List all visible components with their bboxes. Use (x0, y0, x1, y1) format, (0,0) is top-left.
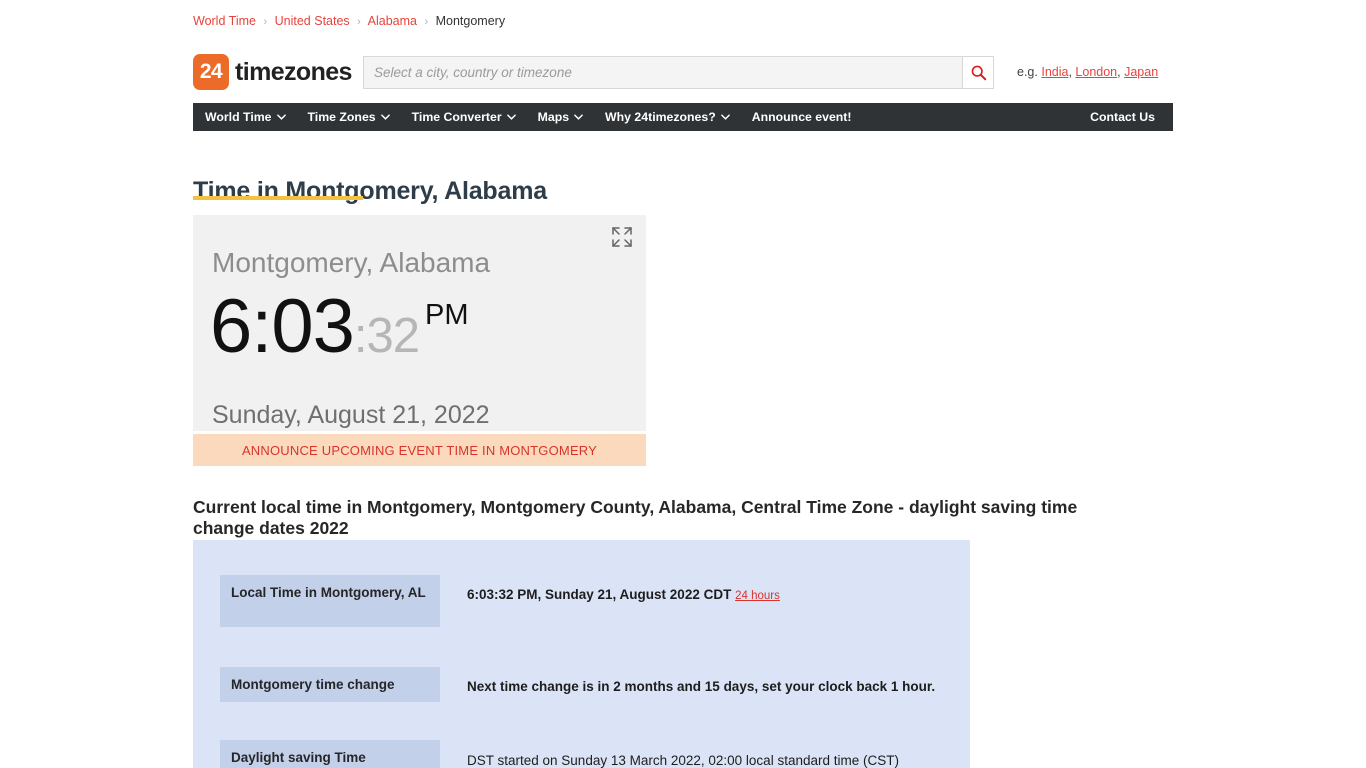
breadcrumb-item-alabama[interactable]: Alabama (368, 14, 417, 28)
timezone-info-panel: Local Time in Montgomery, AL 6:03:32 PM,… (193, 540, 970, 768)
nav-item-contact-us[interactable]: Contact Us (1079, 103, 1173, 131)
nav-item-time-converter[interactable]: Time Converter (401, 103, 527, 131)
logo-badge[interactable]: 24 (193, 54, 229, 90)
nav-item-why-24timezones[interactable]: Why 24timezones? (594, 103, 741, 131)
page-title: Time in Montgomery, Alabama (193, 176, 547, 205)
24-hours-link[interactable]: 24 hours (735, 590, 780, 602)
chevron-down-icon (506, 114, 516, 120)
nav-label: World Time (205, 110, 272, 124)
chevron-down-icon (720, 114, 730, 120)
nav-label: Why 24timezones? (605, 110, 716, 124)
nav-label: Contact Us (1090, 110, 1155, 124)
nav-label: Maps (537, 110, 570, 124)
breadcrumb-item-united-states[interactable]: United States (275, 14, 350, 28)
main-navigation: World Time Time Zones Time Converter Map… (193, 103, 1173, 131)
clock-hours-minutes: 6:03 (210, 284, 355, 369)
info-value-local-time: 6:03:32 PM, Sunday 21, August 2022 CDT 2… (467, 586, 780, 605)
section-heading: Current local time in Montgomery, Montgo… (193, 496, 1078, 538)
breadcrumb-item-montgomery: Montgomery (435, 14, 506, 28)
clock-time: 6:03:32 PM (210, 289, 469, 365)
example-link-india[interactable]: India (1041, 65, 1068, 79)
nav-label: Announce event! (751, 110, 852, 124)
chevron-down-icon (574, 114, 583, 120)
page-root: World Time › United States › Alabama › M… (0, 0, 1366, 768)
info-label-daylight-saving: Daylight saving Time (220, 740, 440, 768)
search-input[interactable] (363, 56, 962, 89)
nav-item-world-time[interactable]: World Time (193, 103, 297, 131)
search-bar (363, 56, 994, 89)
fullscreen-arrows-icon (612, 227, 632, 247)
example-link-japan[interactable]: Japan (1124, 65, 1158, 79)
breadcrumb: World Time › United States › Alabama › M… (193, 14, 505, 28)
clock-meridiem: PM (425, 299, 469, 331)
nav-label: Time Zones (307, 110, 376, 124)
logo-wordmark[interactable]: timezones (235, 58, 352, 87)
breadcrumb-separator-icon: › (263, 16, 268, 28)
clock-date: Sunday, August 21, 2022 (212, 401, 490, 429)
clock-widget: Montgomery, Alabama 6:03:32 PM Sunday, Au… (193, 215, 646, 431)
site-header: 24 timezones e.g. India, London, Japan (193, 54, 1173, 92)
info-value-time-change: Next time change is in 2 months and 15 d… (467, 679, 936, 694)
breadcrumb-separator-icon: › (357, 16, 361, 28)
announce-event-link[interactable]: ANNOUNCE UPCOMING EVENT TIME IN MONTGOME… (242, 443, 597, 458)
local-time-text: 6:03:32 PM, Sunday 21, August 2022 CDT (467, 587, 732, 602)
announce-event-banner[interactable]: ANNOUNCE UPCOMING EVENT TIME IN MONTGOME… (193, 434, 646, 466)
clock-seconds: :32 (353, 309, 420, 363)
examples-prefix: e.g. (1017, 65, 1038, 79)
info-label-local-time: Local Time in Montgomery, AL (220, 575, 440, 627)
example-link-london[interactable]: London (1075, 65, 1117, 79)
nav-item-maps[interactable]: Maps (527, 103, 594, 131)
search-examples: e.g. India, London, Japan (1017, 65, 1158, 79)
nav-item-time-zones[interactable]: Time Zones (297, 103, 401, 131)
chevron-down-icon (276, 114, 286, 120)
info-value-daylight-saving: DST started on Sunday 13 March 2022, 02:… (467, 753, 899, 768)
nav-label: Time Converter (411, 110, 502, 124)
title-underline-rule (193, 196, 363, 200)
clock-city-label: Montgomery, Alabama (212, 247, 491, 278)
info-label-time-change: Montgomery time change (220, 667, 440, 702)
breadcrumb-item-world-time[interactable]: World Time (193, 14, 256, 28)
example-sep: , (1068, 65, 1072, 79)
fullscreen-icon[interactable] (610, 225, 634, 249)
search-button[interactable] (962, 56, 994, 89)
search-icon (971, 65, 986, 81)
nav-item-announce-event[interactable]: Announce event! (741, 103, 863, 131)
chevron-down-icon (380, 114, 390, 120)
example-sep: , (1117, 65, 1121, 79)
breadcrumb-separator-icon: › (424, 16, 429, 28)
